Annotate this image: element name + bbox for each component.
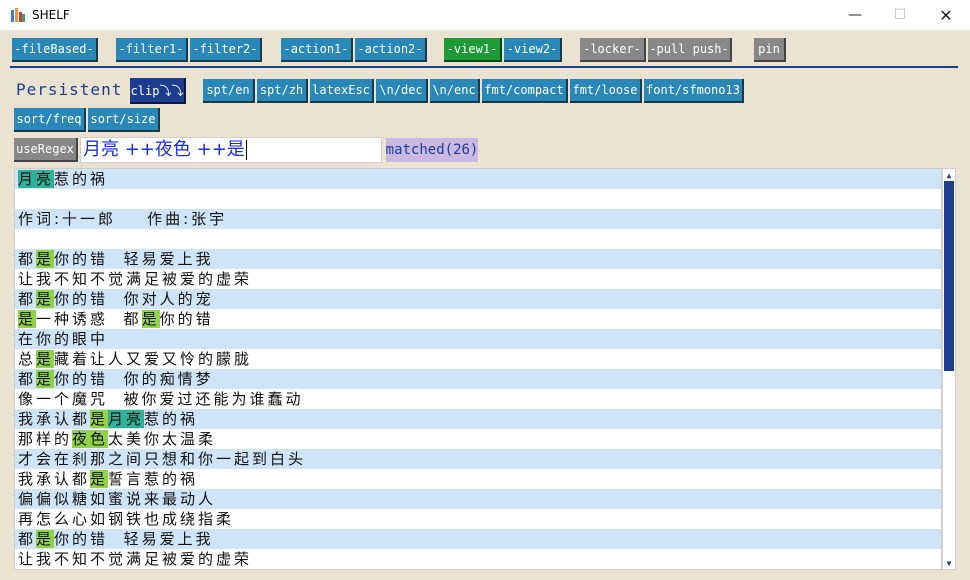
match-highlight: 是 [36, 250, 55, 268]
row-text: 惹的祸 [54, 170, 109, 188]
result-row[interactable]: 是一种诱惑 都是你的错 [15, 309, 941, 329]
row-text: 总 [18, 350, 37, 368]
tool-fmt-compact-button[interactable]: fmt/compact [482, 79, 568, 103]
window-title: SHELF [32, 8, 70, 22]
result-row[interactable]: 都是你的错 你对人的宠 [15, 289, 941, 309]
tool-fmt-loose-button[interactable]: fmt/loose [570, 79, 642, 103]
match-highlight: 是 [90, 470, 109, 488]
match-highlight: 是 [36, 350, 55, 368]
action2-button[interactable]: -action2- [355, 38, 427, 62]
action1-button[interactable]: -action1- [281, 38, 353, 62]
match-highlight: 是 [36, 370, 55, 388]
row-text: 我承认都 [18, 410, 91, 428]
search-input-value: 月亮 ++夜色 ++是 [83, 139, 245, 160]
file-based-button[interactable]: -fileBased- [12, 38, 98, 62]
result-row[interactable]: 那样的夜色太美你太温柔 [15, 429, 941, 449]
toolbar-divider [10, 66, 958, 68]
scroll-down-arrow-icon[interactable]: ▼ [943, 557, 955, 569]
row-text: 都 [18, 530, 37, 548]
results-list[interactable]: 月亮惹的祸 作词:十一郎 作曲:张宇 都是你的错 轻易爱上我 让我不知不觉满足被爱… [14, 168, 942, 570]
result-row[interactable]: 都是你的错 轻易爱上我 [15, 529, 941, 549]
row-text: 让我不知不觉满足被爱的虚荣 [18, 550, 253, 568]
scrollbar-thumb[interactable] [944, 181, 954, 371]
match-highlight: 是 [18, 310, 37, 328]
result-row[interactable]: 再怎么心如钢铁也成绕指柔 [15, 509, 941, 529]
row-text: 你的错 你的痴情梦 [54, 370, 214, 388]
row-text: 都 [18, 250, 37, 268]
row-text: 偏偏似糖如蜜说来最动人 [18, 490, 217, 508]
row-text: 太美你太温柔 [108, 430, 217, 448]
row-text: 你的错 轻易爱上我 [54, 250, 214, 268]
use-regex-button[interactable]: useRegex [14, 138, 78, 162]
tool-latex-esc-button[interactable]: latexEsc [310, 79, 374, 103]
filter2-button[interactable]: -filter2- [190, 38, 262, 62]
match-highlight: 夜色 [72, 430, 109, 448]
match-highlight: 是 [90, 410, 109, 428]
row-text: 再怎么心如钢铁也成绕指柔 [18, 510, 235, 528]
search-input[interactable]: 月亮 ++夜色 ++是 [80, 137, 382, 163]
row-text: 作词:十一郎 作曲:张宇 [18, 210, 228, 228]
result-row[interactable]: 让我不知不觉满足被爱的虚荣 [15, 549, 941, 569]
row-text: 都 [18, 290, 37, 308]
result-row[interactable]: 都是你的错 轻易爱上我 [15, 249, 941, 269]
result-row[interactable]: 作词:十一郎 作曲:张宇 [15, 209, 941, 229]
text-caret [245, 140, 247, 160]
row-text: 你的错 [159, 310, 214, 328]
locker-button[interactable]: -locker- [580, 38, 646, 62]
result-row[interactable]: 月亮惹的祸 [15, 169, 941, 189]
scroll-up-arrow-icon[interactable]: ▲ [943, 169, 955, 181]
row-text: 你的错 你对人的宠 [54, 290, 214, 308]
view1-button[interactable]: -view1- [444, 38, 502, 62]
tool-font-sfmono13-button[interactable]: font/sfmono13 [644, 79, 744, 103]
result-row[interactable] [15, 189, 941, 209]
tool-spt-zh-button[interactable]: spt/zh [257, 79, 308, 103]
result-row[interactable]: 在你的眼中 [15, 329, 941, 349]
row-text: 惹的祸 [144, 410, 199, 428]
match-highlight: 是 [36, 290, 55, 308]
sort-size-button[interactable]: sort/size [88, 108, 160, 132]
result-row[interactable]: 我承认都是誓言惹的祸 [15, 469, 941, 489]
maximize-icon[interactable]: ☐ [877, 0, 923, 30]
minimize-icon[interactable]: — [832, 0, 878, 30]
row-text: 才会在刹那之间只想和你一起到白头 [18, 450, 307, 468]
row-text: 在你的眼中 [18, 330, 109, 348]
clip-button[interactable]: clip⤵⤵ [130, 78, 186, 104]
row-text: 让我不知不觉满足被爱的虚荣 [18, 270, 253, 288]
tool-newline-encode-button[interactable]: \n/enc [430, 79, 480, 103]
tool-newline-decode-button[interactable]: \n/dec [376, 79, 428, 103]
row-text: 一种诱惑 都 [36, 310, 142, 328]
view2-button[interactable]: -view2- [504, 38, 562, 62]
result-row[interactable] [15, 229, 941, 249]
row-text: 都 [18, 370, 37, 388]
pin-button[interactable]: pin [754, 38, 786, 62]
row-text: 那样的 [18, 430, 73, 448]
row-text: 像一个魔咒 被你爱过还能为谁蠢动 [18, 390, 304, 408]
vertical-scrollbar[interactable]: ▲ ▼ [942, 168, 956, 570]
result-row[interactable]: 才会在刹那之间只想和你一起到白头 [15, 449, 941, 469]
shelf-app-icon [11, 8, 25, 22]
result-row[interactable]: 都是你的错 你的痴情梦 [15, 369, 941, 389]
row-text: 誓言惹的祸 [108, 470, 199, 488]
match-highlight: 是 [141, 310, 160, 328]
result-row[interactable]: 总是藏着让人又爱又怜的朦胧 [15, 349, 941, 369]
match-highlight: 月亮 [108, 410, 145, 428]
row-text: 藏着让人又爱又怜的朦胧 [54, 350, 253, 368]
sort-freq-button[interactable]: sort/freq [14, 108, 86, 132]
match-highlight: 月亮 [18, 170, 55, 188]
row-text: 你的错 轻易爱上我 [54, 530, 214, 548]
result-row[interactable]: 像一个魔咒 被你爱过还能为谁蠢动 [15, 389, 941, 409]
result-row[interactable]: 我承认都是月亮惹的祸 [15, 409, 941, 429]
result-row[interactable]: 让我不知不觉满足被爱的虚荣 [15, 269, 941, 289]
row-text: 我承认都 [18, 470, 91, 488]
result-row[interactable]: 偏偏似糖如蜜说来最动人 [15, 489, 941, 509]
title-bar: SHELF — ☐ ✕ [0, 0, 970, 31]
filter1-button[interactable]: -filter1- [116, 38, 188, 62]
matched-count-badge: matched(26) [386, 138, 478, 162]
tool-spt-en-button[interactable]: spt/en [203, 79, 255, 103]
pull-push-button[interactable]: -pull push- [648, 38, 732, 62]
close-icon[interactable]: ✕ [923, 0, 969, 30]
persistent-label: Persistent [16, 80, 123, 99]
match-highlight: 是 [36, 530, 55, 548]
